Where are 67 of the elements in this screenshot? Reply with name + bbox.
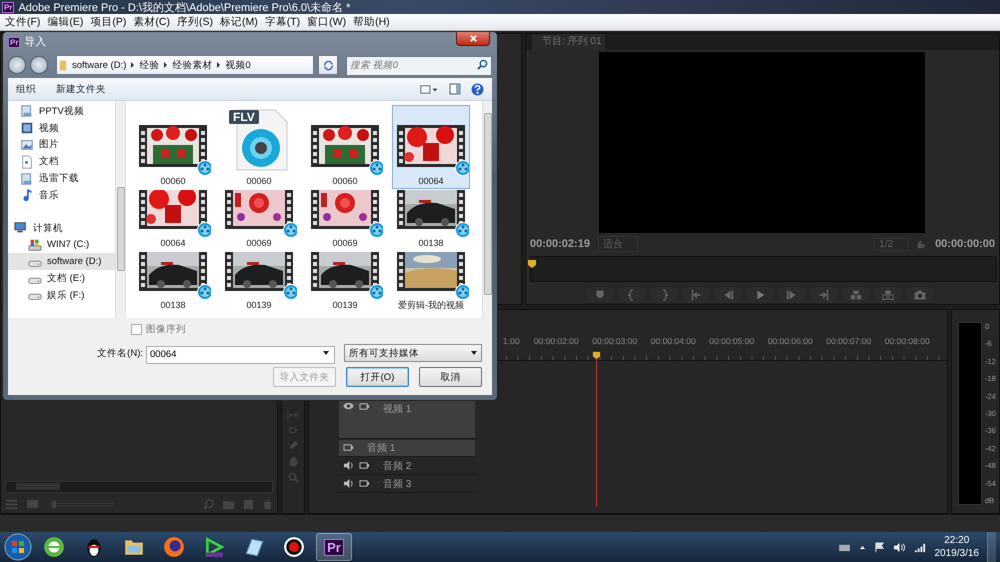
nav-item[interactable]: PPTV视频 bbox=[8, 103, 115, 120]
current-timecode[interactable]: 00:00:02:19 bbox=[530, 238, 590, 250]
menu-item[interactable]: 帮助(H) bbox=[350, 14, 394, 29]
dialog-button[interactable]: 打开(O) bbox=[346, 367, 409, 387]
duration-timecode: 00:00:00:00 bbox=[935, 238, 995, 250]
file-name-field[interactable]: 00064 bbox=[146, 346, 335, 364]
window-title: Adobe Premiere Pro - D:\我的文档\Adobe\Premiere Pro\6.0\未命名 * bbox=[18, 0, 350, 14]
ruler-label: 00:00:05:00 bbox=[708, 336, 756, 348]
breadcrumb-item[interactable]: 经验素材 bbox=[172, 58, 212, 72]
breadcrumb-item[interactable]: 视频0 bbox=[225, 58, 251, 72]
ruler-label: 00:00:06:00 bbox=[766, 336, 814, 348]
taskbar-app-button[interactable]: Pr bbox=[316, 533, 352, 561]
menu-item[interactable]: 窗口(W) bbox=[304, 14, 350, 29]
file-item[interactable]: 00069 bbox=[306, 189, 384, 251]
track-header[interactable]: 视频 1 bbox=[339, 398, 475, 439]
track-header[interactable]: 音频 1 bbox=[339, 440, 475, 457]
nav-item[interactable]: 迅雷下载 bbox=[8, 170, 115, 187]
nav-item[interactable]: 文档 (E:) bbox=[8, 270, 115, 287]
ruler-label: 00:00:02:00 bbox=[532, 336, 580, 348]
dialog-title: 导入 bbox=[24, 35, 46, 49]
file-item[interactable]: 00138 bbox=[134, 251, 212, 313]
file-type-label: FLV bbox=[229, 110, 259, 124]
nav-item[interactable]: WIN7 (C:) bbox=[8, 236, 115, 254]
menu-item[interactable]: 项目(P) bbox=[87, 14, 130, 29]
toolbar-button[interactable]: 新建文件夹 bbox=[56, 82, 106, 96]
app-icon: Pr bbox=[8, 36, 20, 48]
toolbar-button[interactable]: 组织 bbox=[16, 82, 36, 96]
clock[interactable]: 22:20 2019/3/16 bbox=[934, 534, 979, 560]
file-name-label: 文件名(N): bbox=[97, 346, 143, 360]
nav-item[interactable]: 音乐 bbox=[8, 186, 115, 204]
ruler-label: 00:00:07:00 bbox=[825, 336, 872, 348]
ruler-label: 00:00:04:00 bbox=[650, 336, 697, 348]
search-field[interactable]: 搜索 视频0 bbox=[346, 56, 492, 76]
file-item[interactable]: 00139 bbox=[306, 251, 384, 313]
file-item[interactable]: 爱剪辑-我的视频 bbox=[392, 251, 470, 313]
menu-item[interactable]: 序列(S) bbox=[174, 14, 217, 29]
menu-item[interactable]: 字幕(T) bbox=[262, 14, 304, 29]
menu-item[interactable]: 标记(M) bbox=[217, 14, 262, 29]
nav-item[interactable]: 视频 bbox=[8, 120, 115, 137]
nav-item[interactable]: 图片 bbox=[8, 136, 115, 154]
track-header[interactable]: 音频 2 bbox=[339, 458, 475, 475]
address-bar[interactable]: software (D:) 经验 经验素材 视频0 bbox=[56, 55, 314, 75]
ruler-label: 00:00:08:00 bbox=[884, 336, 931, 348]
file-type-dropdown[interactable]: 所有可支持媒体 bbox=[344, 344, 482, 362]
file-item[interactable]: 00060 bbox=[134, 105, 212, 189]
menu-item[interactable]: 素材(C) bbox=[130, 14, 174, 29]
file-item[interactable]: 00060 bbox=[306, 105, 384, 189]
breadcrumb-item[interactable]: 经验 bbox=[139, 58, 160, 72]
file-item[interactable]: 00064 bbox=[392, 105, 470, 189]
app-icon: Pr bbox=[324, 538, 344, 556]
file-item[interactable]: 00064 bbox=[134, 189, 212, 251]
nav-item[interactable]: software (D:) bbox=[8, 253, 115, 270]
ruler-label: 1:00 bbox=[503, 336, 521, 348]
file-item[interactable]: 00138 bbox=[392, 189, 470, 251]
dialog-button[interactable]: 取消 bbox=[419, 367, 482, 387]
app-icon: Pr bbox=[2, 2, 14, 12]
breadcrumb-item[interactable]: software (D:) bbox=[72, 60, 126, 70]
nav-item[interactable]: 文档 bbox=[8, 153, 115, 170]
ruler-label: 00:00:03:00 bbox=[591, 336, 638, 348]
nav-item[interactable]: 娱乐 (F:) bbox=[8, 286, 115, 304]
menu-item[interactable]: 文件(F) bbox=[2, 14, 44, 29]
file-item[interactable]: FLV 00060 bbox=[220, 105, 298, 189]
menu-item[interactable]: 编辑(E) bbox=[44, 14, 88, 29]
file-item[interactable]: 00139 bbox=[220, 251, 298, 313]
nav-item[interactable]: 计算机 bbox=[8, 220, 115, 237]
file-item[interactable]: 00069 bbox=[220, 189, 298, 251]
track-header[interactable]: 音频 3 bbox=[339, 476, 475, 493]
